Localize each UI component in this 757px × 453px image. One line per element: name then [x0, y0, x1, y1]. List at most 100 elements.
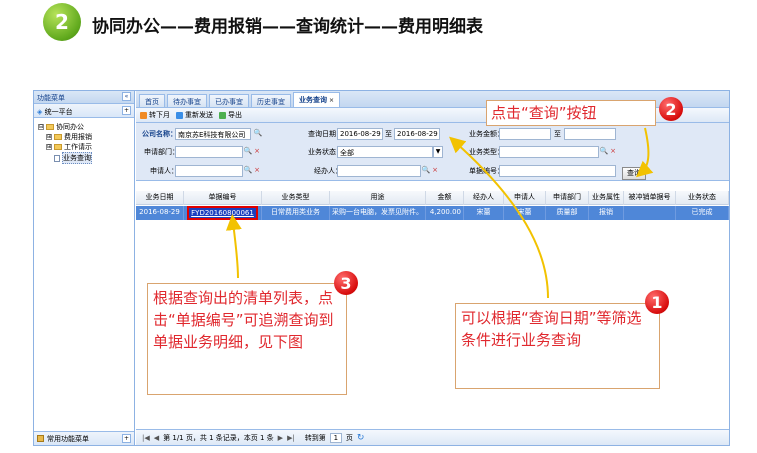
- amount-separator: 至: [554, 130, 561, 138]
- tree-node-label: 工作请示: [64, 143, 92, 151]
- callout-badge: 1: [645, 290, 669, 314]
- amount-to-field[interactable]: [564, 128, 616, 140]
- tree-node-yewuchaxun[interactable]: 业务查询: [38, 152, 130, 164]
- resend-icon: [176, 111, 183, 119]
- tab-label: 业务查询: [299, 96, 327, 104]
- callout-filter: 可以根据“查询日期”等筛选条件进行业务查询: [455, 303, 660, 389]
- callout-badge: 2: [659, 97, 683, 121]
- table-cell: 已完成: [676, 206, 729, 220]
- column-header[interactable]: 用途: [330, 191, 426, 205]
- tab-home[interactable]: 首页: [139, 94, 165, 107]
- app-window: 功能菜单 « ◈ 统一平台 + ⊟ 协同办公 ⊞ 费用报销 ⊞ 工作请示 业务查…: [33, 90, 730, 446]
- tab-business-query[interactable]: 业务查询 ×: [293, 92, 341, 107]
- export-button[interactable]: 导出: [219, 110, 242, 120]
- date-to-field[interactable]: 2016-08-29: [394, 128, 440, 140]
- query-button[interactable]: 查询: [622, 167, 646, 180]
- clear-icon[interactable]: ×: [252, 165, 262, 177]
- tab-label: 已办事宜: [215, 98, 243, 106]
- next-month-icon: [140, 111, 147, 119]
- table-row[interactable]: 2016-08-29 FYD20160800061 日常费用类业务 采购一台电脑…: [136, 206, 729, 220]
- table-cell: 4,200.00: [426, 206, 464, 220]
- close-icon[interactable]: ×: [329, 97, 334, 104]
- callout-text: 点击“查询”按钮: [491, 104, 597, 122]
- next-month-button[interactable]: 转下月: [140, 110, 170, 120]
- chevron-down-icon[interactable]: ▼: [433, 146, 443, 158]
- goto-label: 转到第: [304, 433, 326, 442]
- table-cell-billno: FYD20160800061: [184, 206, 262, 220]
- tree-node-xietong[interactable]: ⊟ 协同办公: [38, 122, 130, 132]
- favorites-icon: [37, 435, 44, 442]
- resend-button[interactable]: 重新发送: [176, 110, 213, 120]
- tab-history[interactable]: 历史事宜: [251, 94, 291, 107]
- next-page-icon[interactable]: ▶: [278, 434, 283, 442]
- status-select[interactable]: 全部: [337, 146, 433, 158]
- sidebar-footer[interactable]: 常用功能菜单 +: [34, 431, 134, 445]
- sidebar: 功能菜单 « ◈ 统一平台 + ⊟ 协同办公 ⊞ 费用报销 ⊞ 工作请示 业务查…: [34, 91, 135, 445]
- first-page-icon[interactable]: |◀: [142, 434, 150, 442]
- column-header[interactable]: 经办人: [464, 191, 504, 205]
- tree-toggle-icon[interactable]: ⊞: [46, 144, 52, 150]
- table-cell: 宋蕾: [504, 206, 546, 220]
- clear-icon[interactable]: ×: [430, 165, 440, 177]
- callout-query-button: 点击“查询”按钮: [486, 100, 656, 126]
- tree-node-label: 协同办公: [56, 123, 84, 131]
- clear-icon[interactable]: ×: [252, 146, 262, 158]
- company-field[interactable]: 南京苏E科技有限公司: [175, 128, 251, 140]
- billno-link[interactable]: FYD20160800061: [187, 206, 258, 220]
- table-cell: 2016-08-29: [136, 206, 184, 220]
- platform-icon: ◈: [37, 108, 43, 116]
- search-icon[interactable]: 🔍: [253, 128, 263, 140]
- dept-field[interactable]: [175, 146, 243, 158]
- date-separator: 至: [385, 130, 392, 138]
- expand-icon[interactable]: +: [122, 106, 131, 115]
- column-header[interactable]: 业务类型: [262, 191, 330, 205]
- tree-node-qingshi[interactable]: ⊞ 工作请示: [38, 142, 130, 152]
- applicant-field[interactable]: [175, 165, 243, 177]
- page-info: 第 1/1 页，共 1 条记录，本页 1 条: [163, 433, 274, 442]
- tab-label: 待办事宜: [173, 98, 201, 106]
- table-cell: [624, 206, 676, 220]
- goto-page-input[interactable]: 1: [329, 432, 342, 443]
- expand-icon[interactable]: +: [122, 434, 131, 443]
- tab-label: 首页: [145, 98, 159, 106]
- page-title: 协同办公——费用报销——查询统计——费用明细表: [92, 17, 483, 37]
- column-header[interactable]: 金额: [426, 191, 464, 205]
- clear-icon[interactable]: ×: [608, 146, 618, 158]
- billno-field[interactable]: [499, 165, 616, 177]
- sidebar-header: 功能菜单 «: [34, 91, 134, 104]
- column-header[interactable]: 业务属性: [589, 191, 624, 205]
- tree-toggle-icon[interactable]: ⊟: [38, 124, 44, 130]
- tree-node-label: 业务查询: [62, 152, 92, 164]
- prev-page-icon[interactable]: ◀: [154, 434, 159, 442]
- column-header[interactable]: 申请人: [504, 191, 546, 205]
- column-header[interactable]: 单据编号: [184, 191, 262, 205]
- sidebar-platform[interactable]: ◈ 统一平台 +: [34, 104, 134, 118]
- date-from-field[interactable]: 2016-08-29: [337, 128, 383, 140]
- type-field[interactable]: [499, 146, 599, 158]
- folder-icon: [46, 124, 54, 130]
- callout-text: 根据查询出的清单列表，点击“单据编号”可追溯查询到单据业务明细，见下图: [153, 289, 334, 351]
- amount-from-field[interactable]: [499, 128, 551, 140]
- handler-field[interactable]: [337, 165, 421, 177]
- table-cell: 日常费用类业务: [262, 206, 330, 220]
- tab-done[interactable]: 已办事宜: [209, 94, 249, 107]
- dept-label: 申请部门：: [144, 148, 179, 156]
- callout-billno: 根据查询出的清单列表，点击“单据编号”可追溯查询到单据业务明细，见下图: [147, 283, 347, 395]
- collapse-icon[interactable]: «: [122, 92, 131, 101]
- tree-toggle-icon[interactable]: ⊞: [46, 134, 52, 140]
- column-header[interactable]: 业务状态: [676, 191, 729, 205]
- tab-label: 历史事宜: [257, 98, 285, 106]
- tree-node-feiyong[interactable]: ⊞ 费用报销: [38, 132, 130, 142]
- refresh-icon[interactable]: ↻: [357, 433, 365, 443]
- table-cell: 采购一台电脑，发票见附件。: [330, 206, 426, 220]
- column-header[interactable]: 业务日期: [136, 191, 184, 205]
- tab-todo[interactable]: 待办事宜: [167, 94, 207, 107]
- table-cell: 宋蕾: [464, 206, 504, 220]
- step-number-badge: 2: [43, 3, 81, 41]
- resend-label: 重新发送: [185, 111, 213, 119]
- platform-label: 统一平台: [44, 108, 73, 116]
- callout-badge: 3: [334, 271, 358, 295]
- column-header[interactable]: 被冲销单据号: [624, 191, 676, 205]
- last-page-icon[interactable]: ▶|: [287, 434, 295, 442]
- column-header[interactable]: 申请部门: [546, 191, 589, 205]
